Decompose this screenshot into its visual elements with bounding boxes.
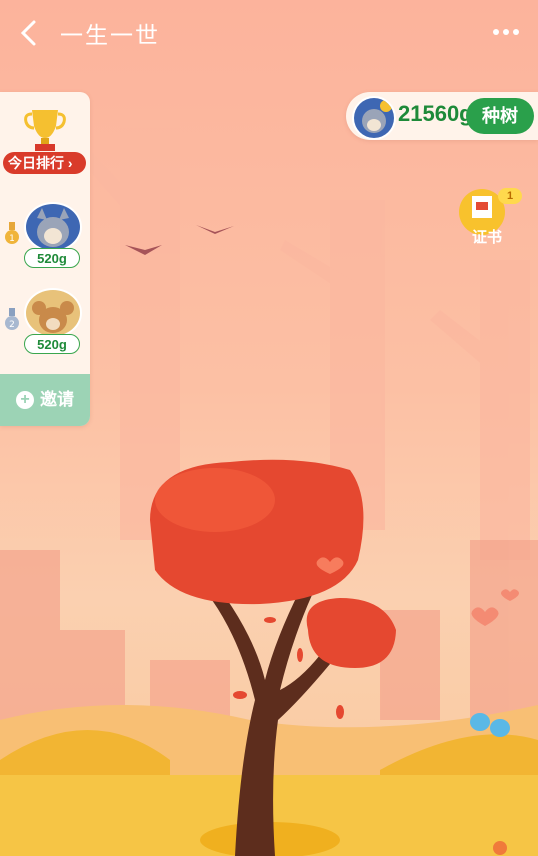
more-dots-icon (493, 29, 519, 35)
back-button[interactable] (14, 18, 44, 48)
today-ranking-button[interactable]: 今日排行 › (3, 152, 86, 174)
page-title: 一生一世 (60, 22, 160, 48)
score-badge: 520g (24, 334, 80, 354)
avatar-image (354, 98, 394, 138)
invite-button[interactable]: + 邀请 (0, 374, 90, 426)
certificate-count-badge: 1 (498, 188, 522, 204)
chevron-left-icon (20, 20, 36, 46)
coin-balance-bar: 21560g 种树 (346, 92, 538, 140)
daily-ranking-panel: 今日排行 › 1 520g 2 520g + 邀请 (0, 92, 90, 426)
score-badge: 520g (24, 248, 80, 268)
coin-balance: 21560g (398, 101, 473, 126)
medal-rank-2: 2 (9, 320, 15, 330)
ranking-entry-2[interactable]: 2 520g (0, 288, 90, 362)
gold-medal-icon: 1 (5, 222, 19, 244)
top-navigation-bar: 一生一世 (0, 0, 538, 64)
my-avatar[interactable] (352, 96, 396, 140)
trophy-icon (24, 110, 66, 151)
certificate-label: 证书 (471, 229, 502, 246)
user-avatar[interactable] (24, 288, 82, 338)
invite-label: 邀请 (40, 390, 74, 409)
avatar-image (26, 204, 80, 250)
avatar-image (26, 290, 80, 336)
certificate-button[interactable]: 1 证书 (458, 188, 522, 248)
user-avatar[interactable] (24, 202, 82, 252)
plus-icon: + (16, 391, 34, 409)
more-options-button[interactable] (492, 22, 520, 42)
today-ranking-label: 今日排行 (8, 155, 64, 171)
ranking-entry-1[interactable]: 1 520g (0, 202, 90, 276)
medal-rank-1: 1 (9, 234, 15, 244)
plant-tree-button[interactable]: 种树 (466, 98, 534, 134)
silver-medal-icon: 2 (5, 308, 19, 330)
chevron-right-icon: › (67, 155, 73, 171)
